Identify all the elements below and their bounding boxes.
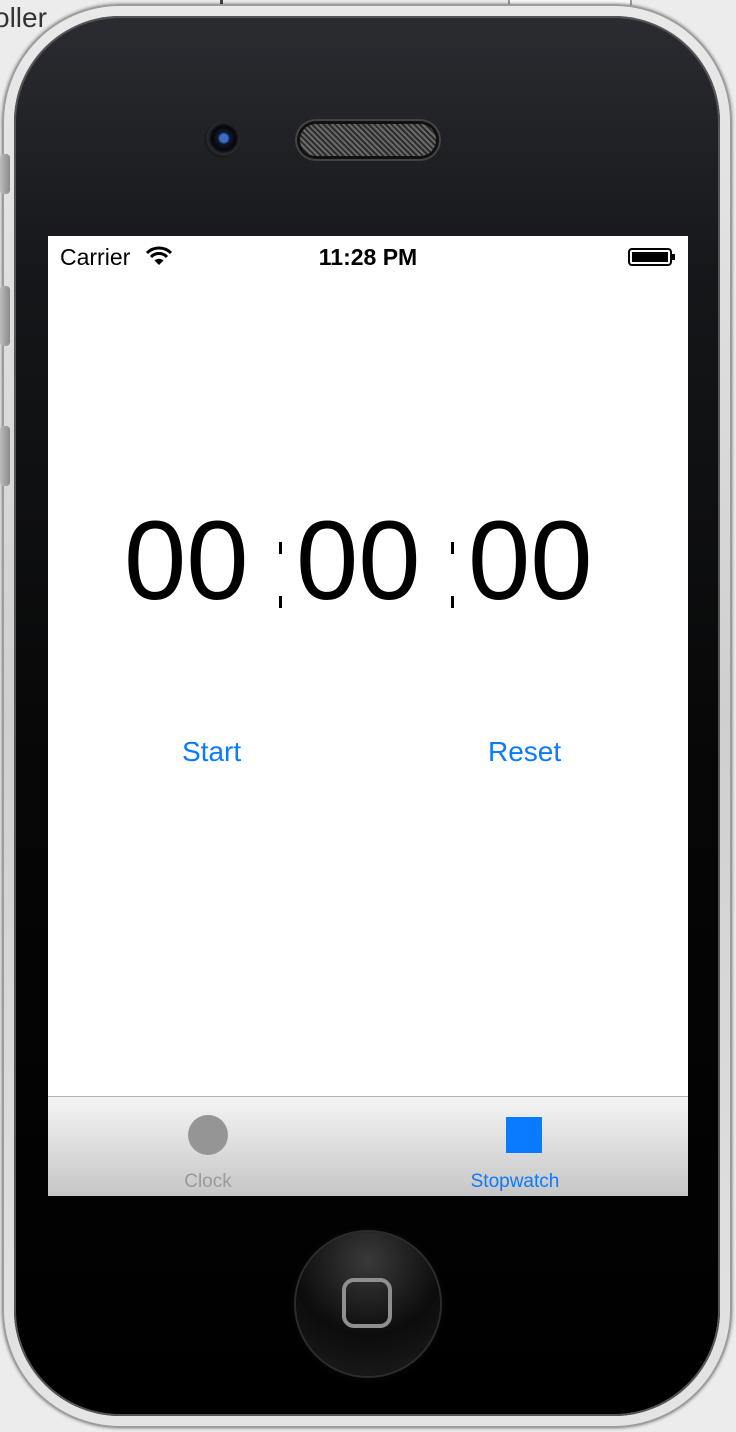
tab-bar: Clock Stopwatch: [48, 1096, 688, 1196]
volume-up-button: [0, 286, 10, 346]
reset-button[interactable]: Reset: [488, 736, 561, 768]
seconds-display: 00: [296, 498, 421, 623]
home-button[interactable]: [296, 1232, 440, 1376]
hundredths-display: 00: [468, 498, 593, 623]
tab-stopwatch[interactable]: Stopwatch: [426, 1097, 626, 1196]
square-icon: [506, 1117, 542, 1153]
minutes-display: 00: [124, 498, 249, 623]
tab-stopwatch-label: Stopwatch: [470, 1171, 560, 1192]
time-separator: [451, 542, 455, 608]
circle-icon: [188, 1115, 228, 1155]
home-square-icon: [342, 1278, 392, 1328]
earpiece-speaker: [300, 124, 436, 156]
start-button[interactable]: Start: [182, 736, 241, 768]
battery-icon: [628, 248, 675, 266]
status-bar: Carrier 11:28 PM: [48, 236, 688, 276]
phone-screen: Carrier 11:28 PM 00 00 00 Start Reset Cl…: [48, 236, 688, 1196]
volume-down-button: [0, 426, 10, 486]
time-separator: [279, 542, 283, 608]
tab-clock[interactable]: Clock: [108, 1097, 308, 1196]
front-camera-icon: [204, 122, 240, 158]
mute-switch: [0, 154, 10, 194]
stopwatch-display: 00 00 00: [48, 498, 688, 623]
status-time: 11:28 PM: [318, 244, 418, 270]
tab-clock-label: Clock: [184, 1171, 232, 1192]
background-window-title: oller: [0, 2, 47, 33]
